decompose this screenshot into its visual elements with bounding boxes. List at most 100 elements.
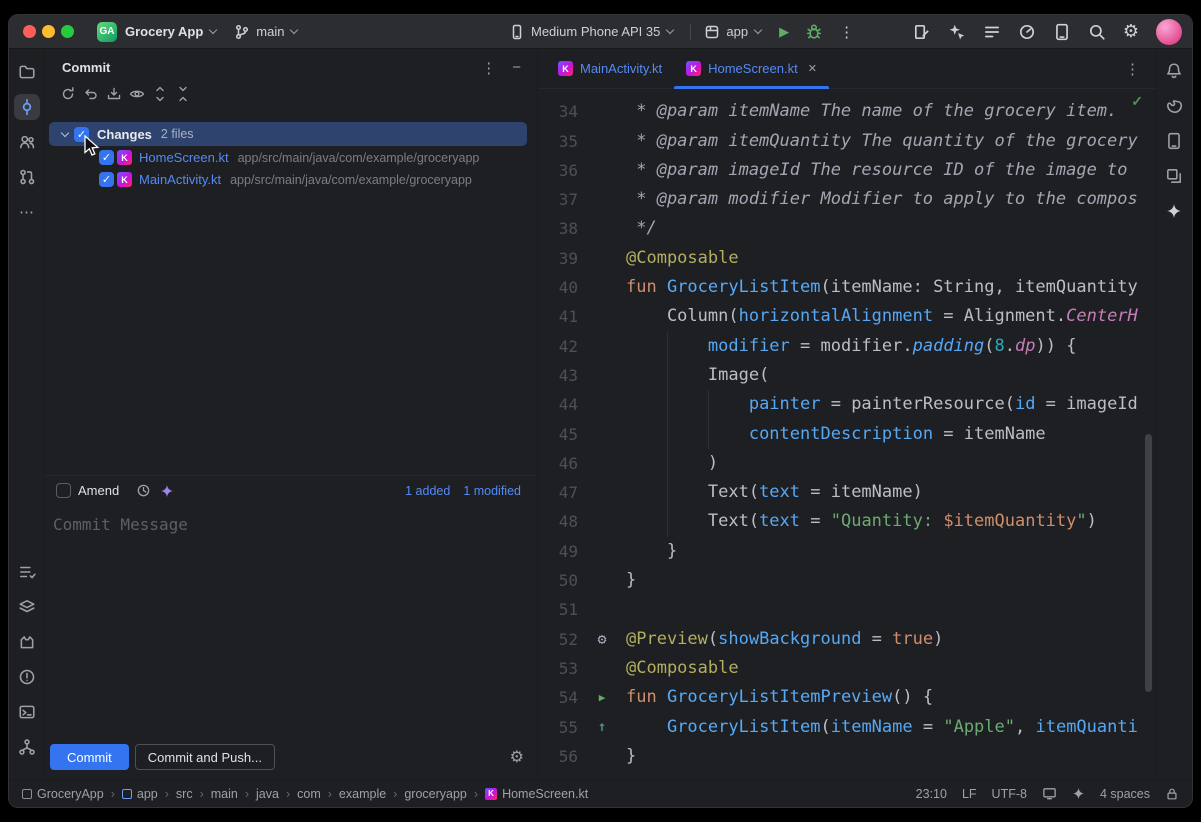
- code-text[interactable]: *: [626, 89, 1155, 97]
- breadcrumb-item[interactable]: KHomeScreen.kt: [485, 787, 588, 801]
- code-text[interactable]: Column(horizontalAlignment = Alignment.C…: [626, 302, 1155, 331]
- panel-options-icon[interactable]: ⋮: [481, 59, 496, 77]
- minimize-window-button[interactable]: [42, 25, 55, 38]
- editor-scrollbar[interactable]: [1145, 434, 1152, 692]
- tab-list-icon[interactable]: ⋮: [1125, 49, 1155, 88]
- code-text[interactable]: * @param imageId The resource ID of the …: [626, 156, 1155, 185]
- problems-tool-icon[interactable]: [14, 664, 40, 690]
- changed-file-row[interactable]: ✓ K MainActivity.kt app/src/main/java/co…: [45, 169, 537, 190]
- commit-tool-icon[interactable]: [14, 94, 40, 120]
- device-selector[interactable]: Medium Phone API 35: [531, 24, 660, 39]
- breadcrumb-item[interactable]: main: [211, 787, 238, 801]
- indent-widget[interactable]: 4 spaces: [1100, 787, 1150, 801]
- code-text[interactable]: @Composable: [626, 654, 1155, 683]
- code-text[interactable]: modifier = modifier.padding(8.dp)) {: [626, 332, 1155, 361]
- more-actions-icon[interactable]: ⋮: [839, 23, 854, 41]
- inspections-status-icon[interactable]: ✓: [1131, 93, 1143, 110]
- expand-all-icon[interactable]: [152, 86, 168, 102]
- breadcrumb-item[interactable]: java: [256, 787, 279, 801]
- encoding-widget[interactable]: UTF-8: [992, 787, 1027, 801]
- commit-button[interactable]: Commit: [50, 744, 129, 770]
- more-tools-icon[interactable]: ⋯: [14, 199, 40, 225]
- notifications-icon[interactable]: [1161, 58, 1187, 84]
- hide-panel-icon[interactable]: −: [512, 59, 521, 76]
- run-config-name[interactable]: app: [726, 24, 748, 39]
- code-text[interactable]: fun GroceryListItemPreview() {: [626, 683, 1155, 712]
- ai-status-icon[interactable]: [1072, 787, 1085, 800]
- code-editor[interactable]: 33 *34 * @param itemName The name of the…: [538, 89, 1155, 779]
- code-text[interactable]: }: [626, 566, 1155, 595]
- todo-tool-icon[interactable]: [14, 559, 40, 585]
- ai-commit-message-icon[interactable]: [160, 484, 174, 498]
- expand-chevron-icon[interactable]: [61, 128, 69, 136]
- project-name[interactable]: Grocery App: [125, 24, 203, 39]
- breadcrumb-item[interactable]: example: [339, 787, 386, 801]
- profiler-icon[interactable]: [1018, 23, 1036, 41]
- refresh-icon[interactable]: [60, 86, 76, 102]
- layout-inspector-icon[interactable]: [913, 23, 931, 41]
- rollback-icon[interactable]: [83, 86, 99, 102]
- breadcrumb-item[interactable]: app: [122, 787, 158, 801]
- commit-and-push-button[interactable]: Commit and Push...: [135, 744, 275, 770]
- logcat-tool-icon[interactable]: [14, 629, 40, 655]
- line-separator-widget[interactable]: LF: [962, 787, 977, 801]
- collapse-all-icon[interactable]: [175, 86, 191, 102]
- changed-file-row[interactable]: ✓ K HomeScreen.kt app/src/main/java/com/…: [45, 147, 537, 168]
- code-text[interactable]: GroceryListItem(itemName = "Apple", item…: [626, 713, 1155, 742]
- code-text[interactable]: }: [626, 742, 1155, 771]
- gradle-icon[interactable]: [1161, 93, 1187, 119]
- close-tab-icon[interactable]: ✕: [808, 62, 817, 75]
- device-manager-tool-icon[interactable]: [1161, 128, 1187, 154]
- code-text[interactable]: fun GroceryListItem(itemName: String, it…: [626, 273, 1155, 302]
- code-text[interactable]: * @param itemName The name of the grocer…: [626, 97, 1155, 126]
- code-text[interactable]: }: [626, 537, 1155, 566]
- show-diff-icon[interactable]: [129, 86, 145, 102]
- code-text[interactable]: Text(text = "Quantity: $itemQuantity"): [626, 507, 1155, 536]
- settings-icon[interactable]: ⚙: [1123, 21, 1139, 42]
- resource-manager-icon[interactable]: [1161, 163, 1187, 189]
- logcat-icon[interactable]: [983, 23, 1001, 41]
- preview-settings-gutter-icon[interactable]: ⚙: [597, 625, 606, 654]
- code-text[interactable]: Image(: [626, 361, 1155, 390]
- changes-group-row[interactable]: ✓ Changes 2 files: [49, 122, 527, 146]
- project-tool-icon[interactable]: [14, 59, 40, 85]
- build-variants-tool-icon[interactable]: [14, 594, 40, 620]
- branch-name[interactable]: main: [256, 24, 284, 39]
- shelve-icon[interactable]: [106, 86, 122, 102]
- debug-button[interactable]: [805, 23, 823, 41]
- amend-checkbox[interactable]: [56, 483, 71, 498]
- tab-homescreen[interactable]: K HomeScreen.kt ✕: [674, 49, 829, 88]
- code-text[interactable]: ): [626, 449, 1155, 478]
- commit-message-input[interactable]: Commit Message: [45, 505, 537, 735]
- code-text[interactable]: @Preview(showBackground = true): [626, 625, 1155, 654]
- collaboration-tool-icon[interactable]: [14, 129, 40, 155]
- breadcrumb-item[interactable]: groceryapp: [404, 787, 467, 801]
- code-text[interactable]: * @param modifier Modifier to apply to t…: [626, 185, 1155, 214]
- close-window-button[interactable]: [23, 25, 36, 38]
- code-text[interactable]: painter = painterResource(id = imageId: [626, 390, 1155, 419]
- device-manager-icon[interactable]: [1053, 23, 1071, 41]
- screen-share-icon[interactable]: [1042, 786, 1057, 801]
- zoom-window-button[interactable]: [61, 25, 74, 38]
- commit-settings-icon[interactable]: ⚙: [510, 747, 524, 767]
- modified-count-link[interactable]: 1 modified: [463, 484, 521, 498]
- breadcrumb-item[interactable]: src: [176, 787, 193, 801]
- pull-requests-tool-icon[interactable]: [14, 164, 40, 190]
- ai-actions-icon[interactable]: [948, 23, 966, 41]
- run-button[interactable]: ▶: [779, 24, 789, 40]
- version-control-tool-icon[interactable]: [14, 734, 40, 760]
- code-text[interactable]: @Composable: [626, 244, 1155, 273]
- code-text[interactable]: */: [626, 214, 1155, 243]
- code-text[interactable]: contentDescription = itemName: [626, 420, 1155, 449]
- search-icon[interactable]: [1088, 23, 1106, 41]
- run-preview-gutter-icon[interactable]: ▶: [599, 683, 606, 712]
- breadcrumb-item[interactable]: GroceryApp: [22, 787, 104, 801]
- gemini-icon[interactable]: [1161, 198, 1187, 224]
- code-text[interactable]: Text(text = itemName): [626, 478, 1155, 507]
- history-icon[interactable]: [136, 483, 151, 498]
- cursor-position-widget[interactable]: 23:10: [916, 787, 947, 801]
- added-count-link[interactable]: 1 added: [405, 484, 450, 498]
- terminal-tool-icon[interactable]: [14, 699, 40, 725]
- user-avatar[interactable]: [1156, 19, 1182, 45]
- code-text[interactable]: * @param itemQuantity The quantity of th…: [626, 127, 1155, 156]
